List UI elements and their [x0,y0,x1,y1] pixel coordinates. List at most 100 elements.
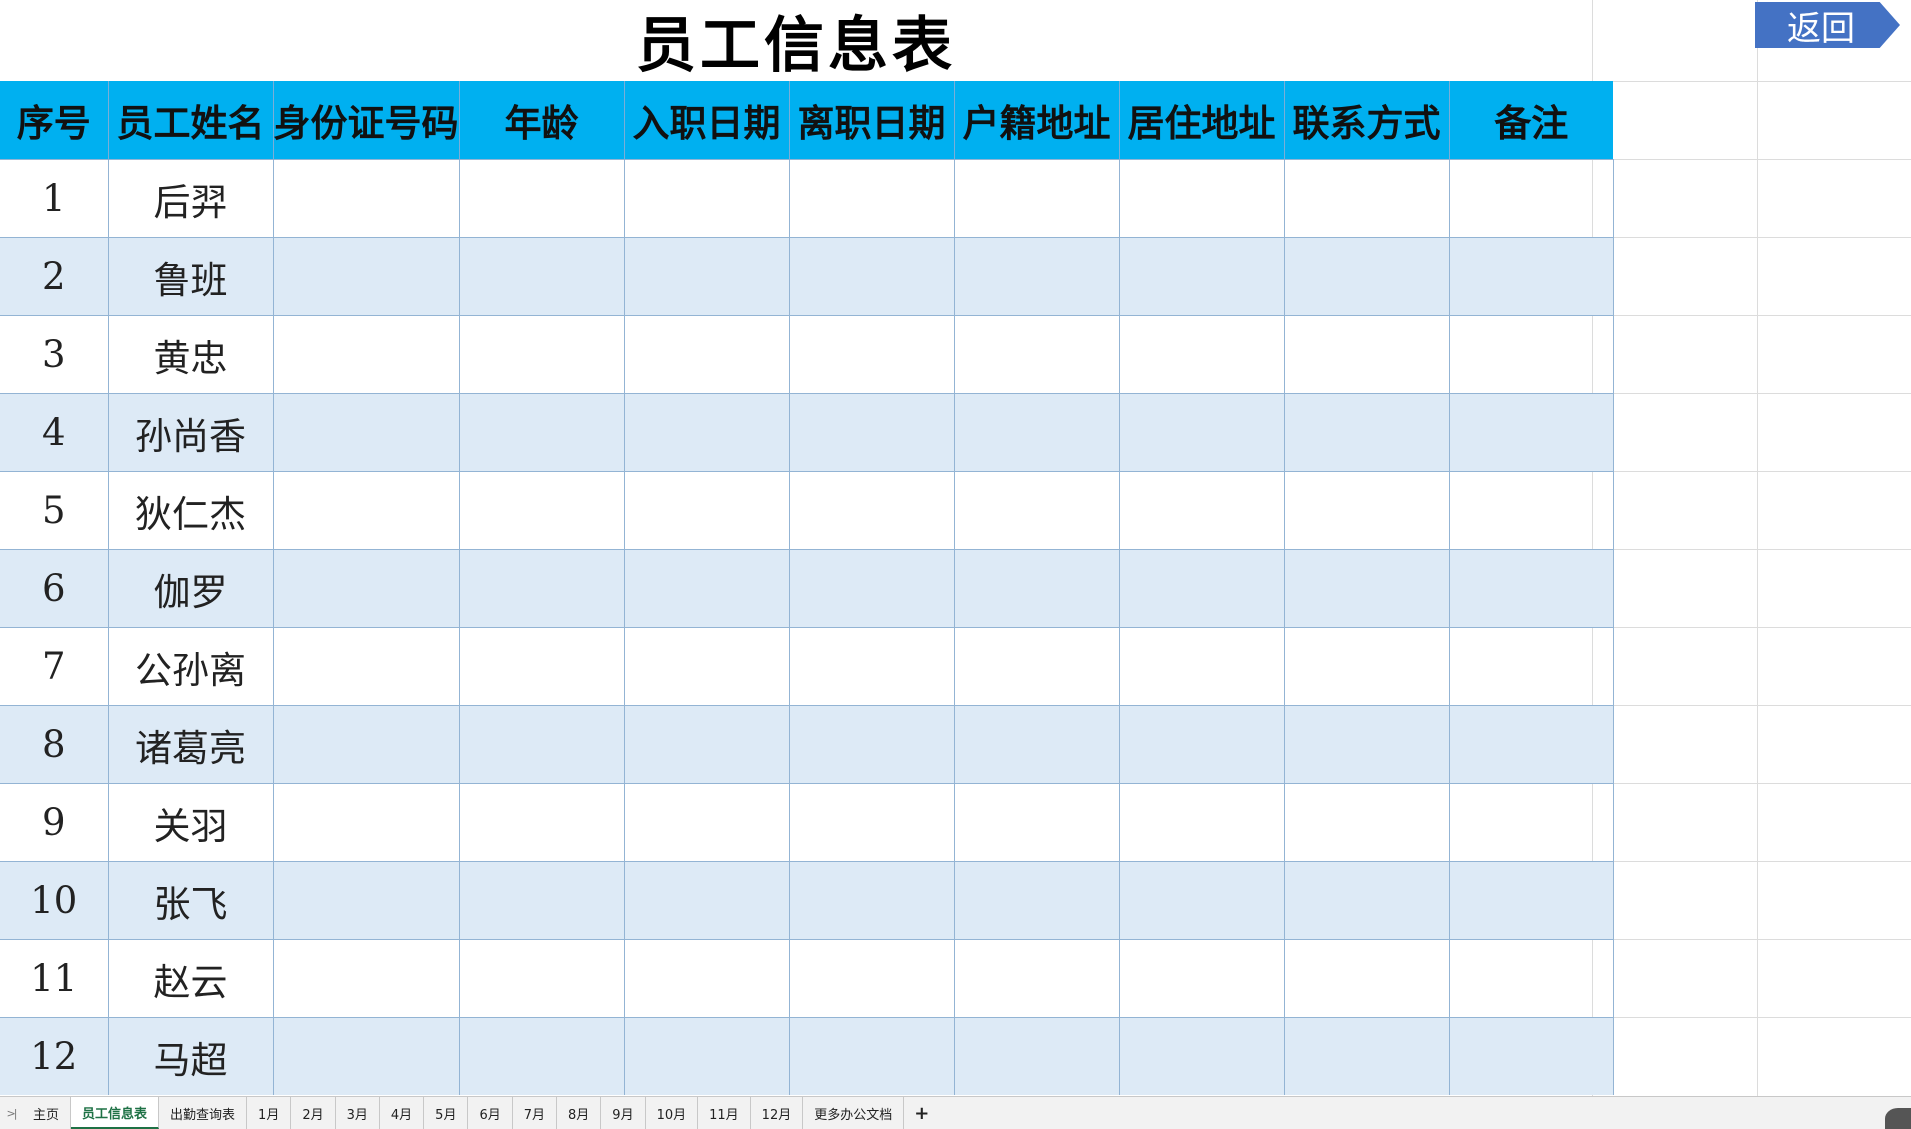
table-cell[interactable] [788,627,955,706]
table-cell[interactable] [1118,393,1285,472]
table-cell[interactable] [788,315,955,394]
back-button[interactable]: 返回 [1755,2,1900,48]
table-cell[interactable] [1118,237,1285,316]
table-cell[interactable] [623,705,790,784]
table-cell[interactable] [1448,783,1614,862]
column-header[interactable]: 联系方式 [1283,81,1449,160]
sheet-tab[interactable]: 出勤查询表 [159,1097,248,1129]
table-cell[interactable] [623,159,790,238]
column-header[interactable]: 员工姓名 [107,81,273,160]
row-number-cell[interactable]: 6 [0,549,109,628]
column-header[interactable]: 离职日期 [788,81,954,160]
table-cell[interactable] [953,159,1120,238]
table-cell[interactable] [623,549,790,628]
sheet-tab[interactable]: 11月 [698,1097,751,1129]
table-cell[interactable] [1283,627,1450,706]
row-number-cell[interactable]: 4 [0,393,109,472]
table-cell[interactable] [1448,393,1614,472]
table-cell[interactable] [953,237,1120,316]
table-cell[interactable] [1283,549,1450,628]
table-cell[interactable] [953,1017,1120,1095]
table-cell[interactable] [272,237,460,316]
table-cell[interactable] [788,237,955,316]
table-cell[interactable] [1448,1017,1614,1095]
row-number-cell[interactable]: 3 [0,315,109,394]
row-number-cell[interactable]: 11 [0,939,109,1018]
table-cell[interactable] [1118,471,1285,550]
employee-name-cell[interactable]: 后羿 [107,159,274,238]
row-number-cell[interactable]: 8 [0,705,109,784]
table-cell[interactable] [953,783,1120,862]
column-header[interactable]: 居住地址 [1118,81,1284,160]
table-cell[interactable] [1283,471,1450,550]
sheet-tab[interactable]: 5月 [424,1097,469,1129]
table-cell[interactable] [458,939,625,1018]
table-cell[interactable] [1448,705,1614,784]
table-cell[interactable] [1118,549,1285,628]
table-cell[interactable] [953,393,1120,472]
table-cell[interactable] [1448,627,1614,706]
table-cell[interactable] [458,627,625,706]
table-cell[interactable] [1448,939,1614,1018]
employee-name-cell[interactable]: 诸葛亮 [107,705,274,784]
table-cell[interactable] [623,861,790,940]
employee-name-cell[interactable]: 关羽 [107,783,274,862]
row-number-cell[interactable]: 2 [0,237,109,316]
table-cell[interactable] [953,939,1120,1018]
table-cell[interactable] [1118,783,1285,862]
table-cell[interactable] [1118,1017,1285,1095]
table-cell[interactable] [1283,783,1450,862]
sheet-tab[interactable]: 9月 [601,1097,646,1129]
table-cell[interactable] [458,237,625,316]
table-cell[interactable] [1283,705,1450,784]
sheet-tab[interactable]: 12月 [751,1097,804,1129]
row-number-cell[interactable]: 7 [0,627,109,706]
table-cell[interactable] [272,549,460,628]
table-cell[interactable] [272,1017,460,1095]
table-cell[interactable] [272,627,460,706]
table-cell[interactable] [623,783,790,862]
table-cell[interactable] [623,315,790,394]
table-cell[interactable] [458,705,625,784]
table-cell[interactable] [1448,549,1614,628]
sheet-tab[interactable]: 更多办公文档 [803,1097,905,1129]
table-cell[interactable] [458,159,625,238]
table-cell[interactable] [1283,939,1450,1018]
employee-name-cell[interactable]: 公孙离 [107,627,274,706]
table-cell[interactable] [788,861,955,940]
table-cell[interactable] [623,1017,790,1095]
table-cell[interactable] [953,861,1120,940]
table-cell[interactable] [458,549,625,628]
table-cell[interactable] [1283,159,1450,238]
row-number-cell[interactable]: 12 [0,1017,109,1095]
table-cell[interactable] [1118,159,1285,238]
table-cell[interactable] [272,939,460,1018]
table-cell[interactable] [788,705,955,784]
table-cell[interactable] [788,471,955,550]
table-cell[interactable] [788,393,955,472]
table-cell[interactable] [1118,627,1285,706]
sheet-tab[interactable]: 3月 [336,1097,380,1129]
table-cell[interactable] [1118,939,1285,1018]
sheet-tab[interactable]: 10月 [646,1097,699,1129]
employee-name-cell[interactable]: 孙尚香 [107,393,274,472]
table-cell[interactable] [1283,315,1450,394]
table-cell[interactable] [953,471,1120,550]
row-number-cell[interactable]: 5 [0,471,109,550]
table-cell[interactable] [623,237,790,316]
table-cell[interactable] [1448,861,1614,940]
table-cell[interactable] [458,315,625,394]
employee-name-cell[interactable]: 黄忠 [107,315,274,394]
table-cell[interactable] [1118,315,1285,394]
table-cell[interactable] [1283,393,1450,472]
sheet-tab[interactable]: 员工信息表 [71,1097,160,1129]
table-cell[interactable] [788,159,955,238]
table-cell[interactable] [788,549,955,628]
sheet-tab[interactable]: 7月 [513,1097,558,1129]
row-number-cell[interactable]: 10 [0,861,109,940]
table-cell[interactable] [458,783,625,862]
table-cell[interactable] [623,627,790,706]
sheet-tab[interactable]: 6月 [468,1097,513,1129]
employee-name-cell[interactable]: 伽罗 [107,549,274,628]
table-cell[interactable] [623,939,790,1018]
